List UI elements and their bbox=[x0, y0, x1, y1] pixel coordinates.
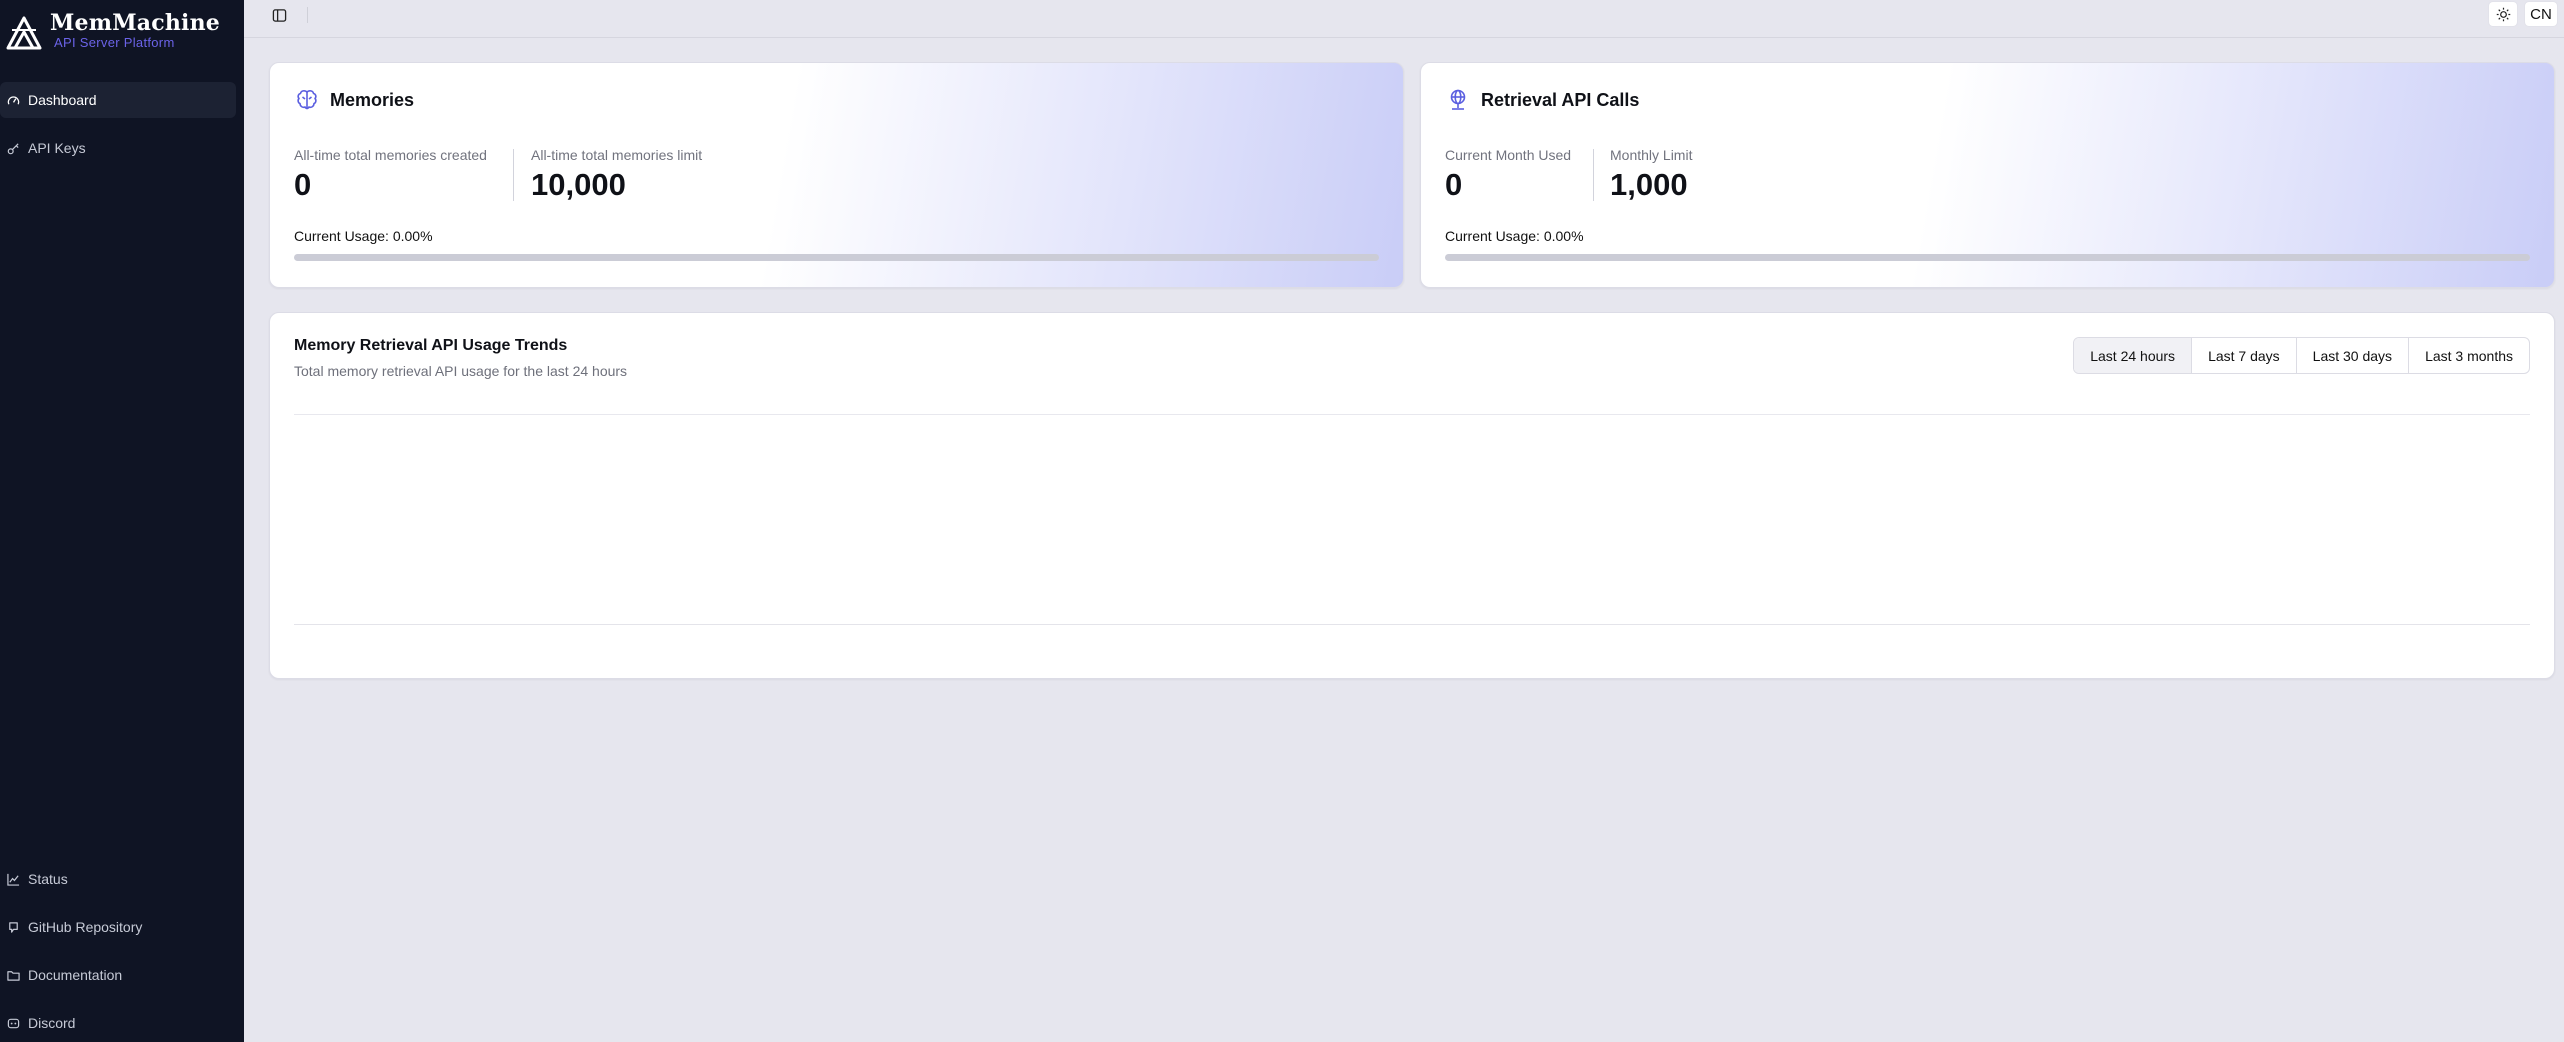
usage-text: Current Usage: 0.00% bbox=[1445, 228, 1584, 244]
sidebar-item-label: API Keys bbox=[28, 140, 86, 156]
retrieval-card-title: Retrieval API Calls bbox=[1481, 89, 1640, 110]
monthly-limit-metric: Monthly Limit 1,000 bbox=[1610, 147, 1692, 203]
sidebar: MemMachine API Server Platform Dashboard… bbox=[0, 0, 244, 1042]
brand-tagline: API Server Platform bbox=[54, 35, 175, 50]
sidebar-item-label: Documentation bbox=[28, 967, 123, 983]
brain-icon bbox=[294, 87, 320, 113]
retrieval-api-card: Retrieval API Calls Current Month Used 0… bbox=[1420, 62, 2555, 288]
metric-divider bbox=[1593, 149, 1594, 201]
month-used-metric: Current Month Used 0 bbox=[1445, 147, 1571, 203]
discord-icon bbox=[6, 1016, 20, 1030]
usage-text: Current Usage: 0.00% bbox=[294, 228, 433, 244]
metric-value: 0 bbox=[1445, 167, 1463, 202]
sidebar-item-label: Discord bbox=[28, 1015, 76, 1031]
brand[interactable]: MemMachine API Server Platform bbox=[6, 10, 220, 52]
range-option-30d[interactable]: Last 30 days bbox=[2295, 338, 2408, 373]
sidebar-item-label: Status bbox=[28, 871, 68, 887]
time-range-selector: Last 24 hours Last 7 days Last 30 days L… bbox=[2073, 337, 2530, 374]
sun-icon bbox=[2496, 7, 2510, 21]
sidebar-toggle-icon bbox=[272, 8, 286, 22]
chart-line-icon bbox=[6, 872, 20, 886]
metric-label: All-time total memories limit bbox=[531, 147, 703, 163]
sidebar-item-discord[interactable]: Discord bbox=[0, 1005, 236, 1041]
sidebar-item-documentation[interactable]: Documentation bbox=[0, 957, 236, 993]
top-bar: CN bbox=[244, 0, 2564, 38]
range-option-3m[interactable]: Last 3 months bbox=[2408, 338, 2529, 373]
divider bbox=[307, 7, 308, 23]
sidebar-item-api-keys[interactable]: API Keys bbox=[0, 130, 236, 166]
memories-card: Memories All-time total memories created… bbox=[269, 62, 1404, 288]
range-option-24h[interactable]: Last 24 hours bbox=[2074, 338, 2192, 373]
metric-value: 0 bbox=[294, 167, 312, 202]
gauge-icon bbox=[6, 93, 20, 107]
folder-icon bbox=[6, 968, 20, 982]
metric-divider bbox=[513, 149, 514, 201]
sidebar-item-github[interactable]: GitHub Repository bbox=[0, 909, 236, 945]
language-switch-button[interactable]: CN bbox=[2524, 1, 2558, 27]
metric-value: 10,000 bbox=[531, 167, 626, 202]
sidebar-item-dashboard[interactable]: Dashboard bbox=[0, 82, 236, 118]
globe-icon bbox=[1445, 87, 1471, 113]
memories-limit-metric: All-time total memories limit 10,000 bbox=[531, 147, 702, 203]
sidebar-item-status[interactable]: Status bbox=[0, 861, 236, 897]
key-icon bbox=[6, 141, 20, 155]
usage-progress-bar bbox=[1445, 254, 2530, 261]
usage-progress-bar bbox=[294, 254, 1379, 261]
memories-created-metric: All-time total memories created 0 bbox=[294, 147, 487, 203]
metric-label: Monthly Limit bbox=[1610, 147, 1693, 163]
memories-card-title: Memories bbox=[330, 89, 415, 110]
usage-trends-card: Memory Retrieval API Usage Trends Total … bbox=[269, 312, 2555, 679]
sidebar-item-label: Dashboard bbox=[28, 92, 97, 108]
brand-name: MemMachine bbox=[50, 10, 220, 36]
metric-label: All-time total memories created bbox=[294, 147, 487, 163]
metric-label: Current Month Used bbox=[1445, 147, 1572, 163]
theme-toggle-button[interactable] bbox=[2488, 1, 2518, 27]
chart-top-gridline bbox=[294, 414, 2530, 415]
range-option-7d[interactable]: Last 7 days bbox=[2191, 338, 2296, 373]
chart-baseline bbox=[294, 624, 2530, 625]
trends-title: Memory Retrieval API Usage Trends bbox=[294, 337, 568, 354]
sidebar-item-label: GitHub Repository bbox=[28, 919, 143, 935]
github-icon bbox=[6, 920, 20, 934]
sidebar-toggle-button[interactable] bbox=[268, 4, 290, 26]
metric-value: 1,000 bbox=[1610, 167, 1688, 202]
trends-subtitle: Total memory retrieval API usage for the… bbox=[294, 363, 628, 379]
memmachine-logo-icon bbox=[6, 16, 42, 50]
